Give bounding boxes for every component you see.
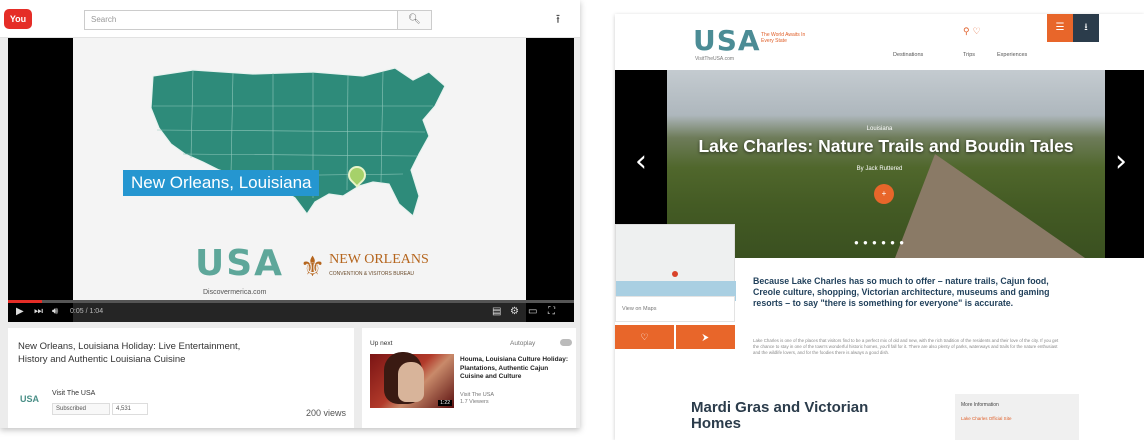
download-icon[interactable]: ⭳ (1073, 14, 1099, 42)
video-frame: New Orleans, Louisiana USA Discovermeric… (73, 38, 526, 322)
article-body: Lake Charles is one of the places that v… (753, 338, 1059, 355)
theater-mode-icon[interactable]: ▭ (528, 306, 537, 317)
new-orleans-logo-sub: CONVENTION & VISITORS BUREAU (329, 271, 415, 277)
hero-plus-button[interactable]: + (874, 184, 894, 204)
hero-author: By Jack Ruttered (856, 166, 903, 172)
map-location-label: New Orleans, Louisiana (123, 170, 320, 196)
hamburger-icon[interactable]: ☰ (1047, 14, 1073, 42)
share-icon: ⮞ (702, 332, 709, 342)
video-title: New Orleans, Louisiana Holiday: Live Ent… (18, 341, 241, 365)
video-controls: ▶ ⏭︎ 🔊︎ 0:05 / 1:04 ▤ ⚙︎ ▭ ⛶ (8, 303, 574, 322)
visit-usa-website: ‹ › Louisiana Lake Charles: Nature Trail… (615, 14, 1144, 440)
composite-screenshot: You Search 🔍︎ ⭱ New Orleans, Louisiana U… (0, 0, 1144, 440)
video-info-panel: New Orleans, Louisiana Holiday: Live Ent… (8, 328, 354, 428)
usa-logo: USA (195, 243, 285, 284)
section-heading: Mardi Gras and Victorian Homes (691, 399, 869, 432)
search-input[interactable]: Search (84, 10, 398, 30)
autoplay-label: Autoplay (510, 340, 536, 347)
subscriber-count: 4,531 (112, 403, 148, 415)
nav-item-experiences[interactable]: Experiences (997, 52, 1027, 58)
search-icon: 🔍︎ (408, 14, 421, 25)
site-logo[interactable]: USA (693, 24, 761, 57)
captions-icon[interactable]: ▤ (492, 306, 501, 317)
share-button[interactable]: ⮞ (676, 325, 735, 349)
play-icon[interactable]: ▶ (16, 306, 24, 317)
more-info-title: More Information (961, 402, 999, 408)
new-orleans-logo: ⚜ NEW ORLEANS CONVENTION & VISITORS BUREA… (300, 250, 429, 284)
fullscreen-icon[interactable]: ⛶ (548, 306, 555, 317)
video-time: 0:05 / 1:04 (70, 308, 104, 315)
new-orleans-logo-name: NEW ORLEANS (329, 252, 429, 267)
usa-map-graphic (150, 67, 446, 218)
volume-icon[interactable]: 🔊︎ (52, 306, 58, 317)
article-lead: Because Lake Charles has so much to offe… (753, 276, 1050, 308)
map-pin-icon (672, 271, 678, 277)
youtube-top-bar: You Search 🔍︎ ⭱ (0, 0, 580, 38)
subscribe-button[interactable]: Subscribed (52, 403, 110, 415)
fleur-de-lis-icon: ⚜ (300, 252, 326, 283)
up-next-heading: Up next (370, 340, 393, 347)
site-header: USA VisitTheUSA.com The World Awaits In … (667, 14, 1099, 70)
carousel-next-icon[interactable]: › (1115, 144, 1127, 179)
youtube-window: You Search 🔍︎ ⭱ New Orleans, Louisiana U… (0, 0, 580, 428)
channel-name[interactable]: Visit The USA (52, 390, 95, 397)
settings-icon[interactable]: ⚙︎ (510, 306, 519, 317)
more-info-box: More Information Lake Charles Official S… (955, 394, 1079, 440)
hero-kicker: Louisiana (866, 126, 893, 132)
autoplay-toggle[interactable] (560, 339, 572, 346)
nav-item-destinations[interactable]: Destinations (893, 52, 923, 58)
search-icon[interactable]: ⚲ (963, 26, 973, 36)
nav-item-trips[interactable]: Trips (963, 52, 975, 58)
youtube-logo[interactable]: You (4, 9, 32, 29)
next-icon[interactable]: ⏭︎ (34, 306, 43, 317)
action-buttons: ♡ ⮞ (615, 325, 735, 349)
carousel-prev-icon[interactable]: ‹ (635, 144, 647, 179)
site-logo-sub: VisitTheUSA.com (695, 56, 735, 62)
more-info-link[interactable]: Lake Charles Official Site (961, 416, 1011, 421)
heart-icon[interactable]: ♡ (973, 26, 984, 36)
view-count: 200 views (305, 408, 346, 418)
up-next-channel: Visit The USA (460, 392, 495, 398)
header-icons: ⚲♡ (963, 26, 984, 37)
up-next-meta: Visit The USA 1.7 Viewers (460, 392, 494, 406)
upload-icon[interactable]: ⭱ (550, 10, 566, 28)
favorite-button[interactable]: ♡ (615, 325, 674, 349)
heart-icon: ♡ (640, 332, 649, 342)
up-next-panel: Up next Autoplay 1:22 Houma, Louisiana C… (362, 328, 576, 428)
up-next-thumbnail[interactable]: 1:22 (370, 354, 454, 408)
map-bar[interactable]: View on Maps (615, 296, 735, 322)
usa-logo-url: Discovermerica.com (203, 289, 267, 296)
hero-title: Lake Charles: Nature Trails and Boudin T… (698, 136, 1074, 156)
site-tagline: The World Awaits In Every State (761, 32, 806, 44)
thumbnail-duration: 1:22 (438, 400, 452, 406)
channel-avatar[interactable]: USA (20, 394, 39, 404)
up-next-title[interactable]: Houma, Louisiana Culture Holiday: Planta… (460, 356, 570, 382)
thumbnail-portrait (398, 362, 424, 402)
video-player[interactable]: New Orleans, Louisiana USA Discovermeric… (8, 38, 574, 322)
search-button[interactable]: 🔍︎ (398, 10, 432, 30)
up-next-views: 1.7 Viewers (460, 399, 489, 405)
